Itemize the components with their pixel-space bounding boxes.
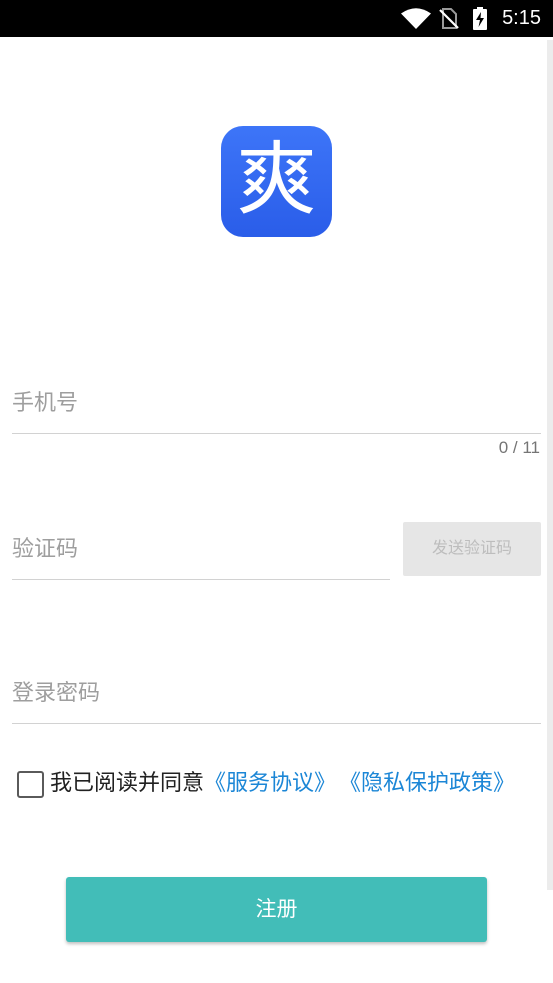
status-time: 5:15 xyxy=(502,7,541,29)
agreement-checkbox[interactable] xyxy=(17,771,44,798)
phone-input[interactable] xyxy=(12,373,541,434)
scrollbar[interactable] xyxy=(547,40,553,890)
send-code-button[interactable]: 发送验证码 xyxy=(403,522,541,576)
terms-of-service-link[interactable]: 《服务协议》 xyxy=(204,769,336,797)
password-input[interactable] xyxy=(12,663,541,724)
register-screen: 5:15 爽 0 / 11 发送验证码 我已阅读并同意 《服务协议》 《隐私保护… xyxy=(0,0,553,983)
verification-code-input[interactable] xyxy=(12,518,390,580)
app-logo: 爽 xyxy=(221,126,332,237)
privacy-policy-link[interactable]: 《隐私保护政策》 xyxy=(339,769,515,797)
no-sim-icon xyxy=(439,8,459,29)
battery-charging-icon xyxy=(473,7,487,30)
agreement-label: 我已阅读并同意 xyxy=(50,770,205,795)
logo-glyph: 爽 xyxy=(236,132,317,226)
register-button[interactable]: 注册 xyxy=(66,877,487,942)
status-bar: 5:15 xyxy=(0,0,553,37)
wifi-icon xyxy=(401,8,431,29)
phone-char-counter: 0 / 11 xyxy=(498,438,540,457)
